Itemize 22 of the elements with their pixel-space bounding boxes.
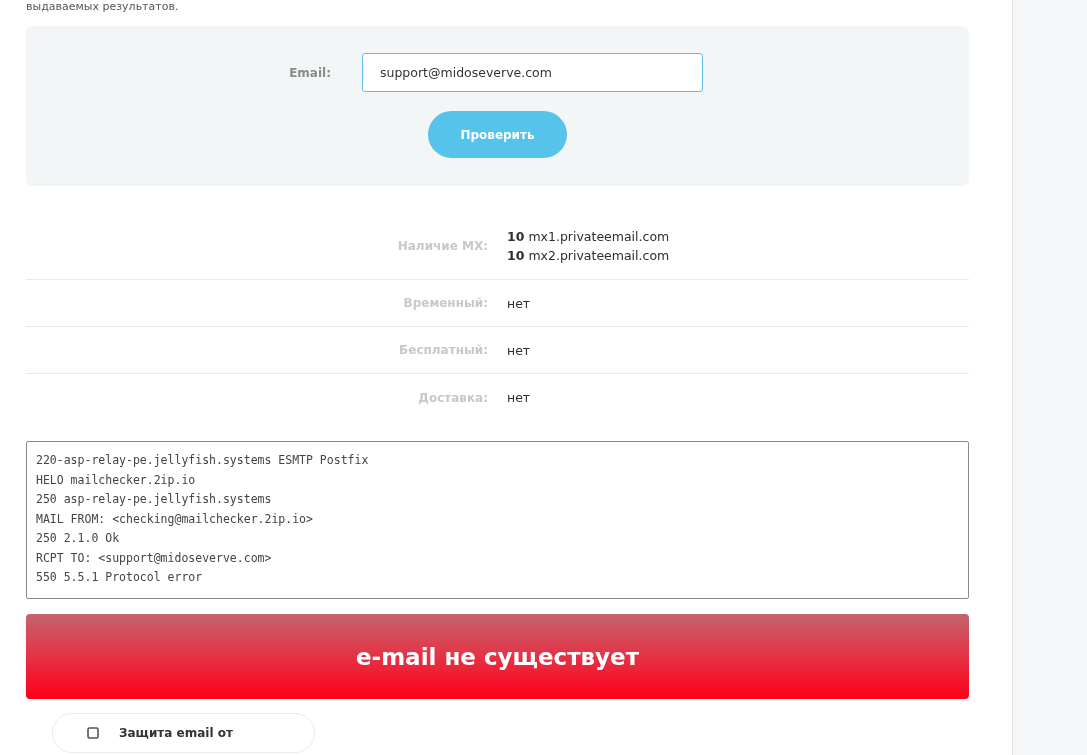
result-label: Наличие MX: — [397, 239, 488, 253]
log-line: HELO mailchecker.2ip.io — [36, 471, 196, 489]
result-value: 10 mx1.privateemail.com — [507, 228, 670, 246]
result-label: Временный: — [403, 296, 488, 310]
result-value: 10 mx2.privateemail.com — [507, 247, 670, 265]
email-field[interactable]: support@midoseverve.com — [362, 53, 703, 92]
result-message: e-mail не существует — [356, 643, 639, 670]
result-value: нет — [507, 294, 531, 313]
log-line: 220-asp-relay-pe.jellyfish.systems ESMTP Postfix — [36, 452, 369, 469]
result-label: Бесплатный: — [399, 343, 488, 357]
log-line: RCPT TO: <support@midoseverve.com> — [36, 549, 272, 567]
result-label: Доставка: — [418, 390, 488, 405]
log-line: 250 2.1.0 Ok — [36, 530, 120, 547]
result-value: нет — [507, 341, 531, 360]
intro-text: выдаваемых результатов. — [26, 0, 179, 14]
result-value: нет — [507, 389, 531, 407]
square-icon — [87, 727, 99, 739]
email-label: Email: — [288, 65, 331, 80]
log-line: 250 asp-relay-pe.jellyfish.systems — [36, 491, 272, 508]
protection-card-button[interactable]: Защита email от — [52, 713, 315, 753]
log-line: 550 5.5.1 Protocol error — [36, 569, 203, 586]
log-line: MAIL FROM: <checking@mailchecker.2ip.io> — [36, 510, 313, 528]
